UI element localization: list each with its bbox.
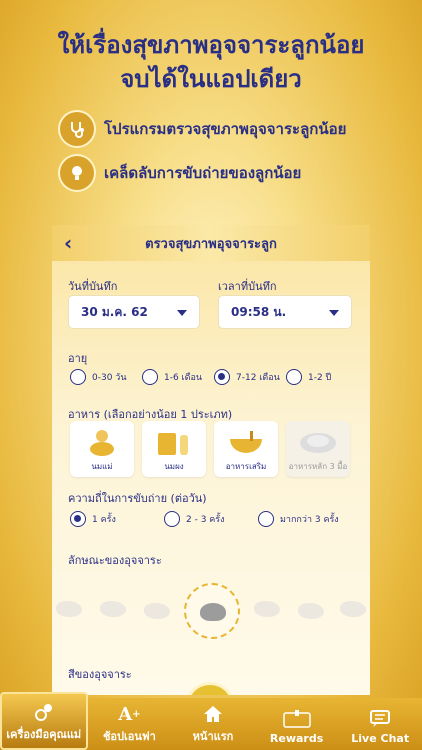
bottom-tab-bar: เครื่องมือคุณแม่ A + ช้อปเอนฟา หน้าแรก Re…: [0, 692, 422, 750]
age-option-2[interactable]: 7-12 เดือน: [214, 369, 280, 385]
back-button[interactable]: ‹: [64, 231, 72, 255]
freq-option-1[interactable]: 2 - 3 ครั้ง: [164, 511, 225, 527]
time-value: 09:58 น.: [231, 304, 287, 319]
promo-title-line1: ให้เรื่องสุขภาพอุจจาระลูกน้อย: [57, 31, 365, 59]
tab-live-chat[interactable]: Live Chat: [338, 698, 422, 750]
pacifier-icon: [33, 701, 55, 723]
age-label: อายุ: [68, 352, 88, 365]
stool-shape-selected[interactable]: [184, 583, 240, 639]
tab-label: Rewards: [269, 732, 324, 745]
food-option-formula[interactable]: นมผง: [142, 421, 206, 477]
stool-shape-option[interactable]: [298, 603, 324, 619]
tab-label: เครื่องมือคุณแม่: [6, 728, 82, 741]
feature-label: เคล็ดลับการขับถ่ายของลูกน้อย: [104, 164, 302, 182]
promo-title: ให้เรื่องสุขภาพอุจจาระลูกน้อย จบได้ในแอป…: [0, 28, 422, 96]
chevron-down-icon: [329, 310, 339, 316]
tab-shop[interactable]: A + ช้อปเอนฟา: [88, 698, 172, 750]
feature-tips: เคล็ดลับการขับถ่ายของลูกน้อย: [60, 156, 301, 190]
stool-shape-option[interactable]: [56, 601, 82, 617]
rice-plate-icon: [300, 433, 336, 453]
date-label: วันที่บันทึก: [68, 280, 118, 293]
freq-label: ความถี่ในการขับถ่าย (ต่อวัน): [68, 492, 207, 505]
stool-shape-icon: [200, 603, 226, 621]
lightbulb-icon: [60, 156, 94, 190]
stool-shape-option[interactable]: [144, 603, 170, 619]
tab-label: ช้อปเอนฟา: [102, 730, 156, 743]
date-value: 30 ม.ค. 62: [81, 304, 148, 319]
mother-baby-icon: [90, 430, 114, 456]
color-swatch-selected[interactable]: [188, 685, 232, 695]
shape-label: ลักษณะของอุจจาระ: [68, 554, 162, 567]
freq-option-2[interactable]: มากกว่า 3 ครั้ง: [258, 511, 339, 527]
stethoscope-icon: [60, 112, 94, 146]
food-option-main-meals[interactable]: อาหารหลัก 3 มื้อ: [286, 421, 350, 477]
stool-shape-option[interactable]: [100, 601, 126, 617]
food-option-breastmilk[interactable]: นมแม่: [70, 421, 134, 477]
date-select[interactable]: 30 ม.ค. 62: [68, 295, 200, 329]
screen-header: ‹ ตรวจสุขภาพอุจจาระลูก: [52, 225, 370, 261]
time-select[interactable]: 09:58 น.: [218, 295, 352, 329]
age-option-1[interactable]: 1-6 เดือน: [142, 369, 202, 385]
tab-mom-tools[interactable]: เครื่องมือคุณแม่: [0, 692, 88, 750]
chevron-down-icon: [177, 310, 187, 316]
screen-title: ตรวจสุขภาพอุจจาระลูก: [145, 236, 277, 252]
time-label: เวลาที่บันทึก: [218, 280, 277, 293]
bowl-icon: [230, 431, 262, 453]
stool-shape-option[interactable]: [340, 601, 366, 617]
phone-screen: ‹ ตรวจสุขภาพอุจจาระลูก วันที่บันทึก 30 ม…: [52, 225, 370, 695]
formula-can-icon: [158, 433, 188, 455]
food-option-supplement[interactable]: อาหารเสริม: [214, 421, 278, 477]
age-option-0[interactable]: 0-30 วัน: [70, 369, 127, 385]
freq-option-0[interactable]: 1 ครั้ง: [70, 511, 116, 527]
chat-icon: [369, 708, 391, 730]
rewards-icon: [282, 708, 312, 730]
a-plus-icon: A +: [118, 703, 141, 725]
tab-home[interactable]: หน้าแรก: [171, 698, 255, 750]
promo-title-line2: จบได้ในแอปเดียว: [120, 65, 302, 93]
home-icon: [202, 703, 224, 725]
stool-shape-carousel[interactable]: [52, 581, 370, 641]
tab-label: Live Chat: [351, 732, 410, 745]
feature-label: โปรแกรมตรวจสุขภาพอุจจาระลูกน้อย: [104, 120, 347, 138]
tab-rewards[interactable]: Rewards: [255, 698, 339, 750]
feature-health-check: โปรแกรมตรวจสุขภาพอุจจาระลูกน้อย: [60, 112, 346, 146]
stool-shape-option[interactable]: [254, 601, 280, 617]
tab-label: หน้าแรก: [192, 730, 234, 743]
age-option-3[interactable]: 1-2 ปี: [286, 369, 331, 385]
stool-color-carousel[interactable]: [52, 681, 370, 695]
screen-body: วันที่บันทึก 30 ม.ค. 62 เวลาที่บันทึก 09…: [52, 261, 370, 695]
